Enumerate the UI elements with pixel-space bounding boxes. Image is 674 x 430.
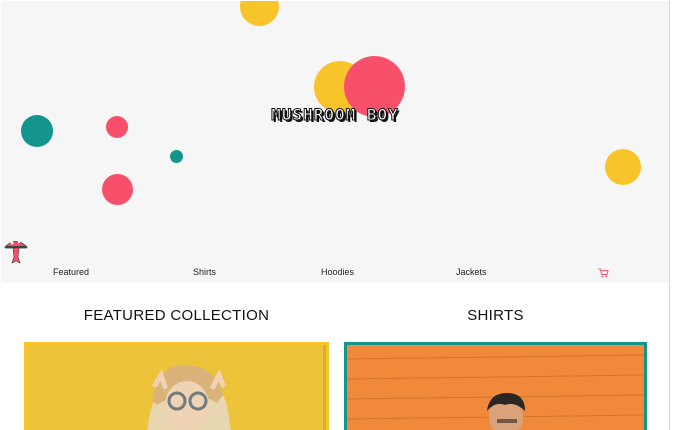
featured-collection-card[interactable]: [24, 342, 329, 430]
page: MUSHROOM BOY Featured Shirts Hoodies Jac…: [0, 0, 670, 430]
mushroom-icon[interactable]: [4, 237, 28, 265]
nav-hoodies[interactable]: Hoodies: [321, 267, 354, 277]
decorative-dot: [605, 149, 641, 185]
nav-shirts[interactable]: Shirts: [193, 267, 216, 277]
decorative-dot: [240, 1, 279, 26]
model-photo: [27, 345, 326, 430]
nav-featured[interactable]: Featured: [53, 267, 89, 277]
section-title-featured: FEATURED COLLECTION: [83, 307, 270, 324]
shirts-card[interactable]: [344, 342, 647, 430]
nav-jackets[interactable]: Jackets: [456, 267, 487, 277]
brand-logo[interactable]: MUSHROOM BOY: [1, 105, 669, 125]
decorative-dot: [170, 150, 183, 163]
section-title-shirts: SHIRTS: [467, 307, 524, 324]
hero-banner: MUSHROOM BOY Featured Shirts Hoodies Jac…: [1, 1, 669, 283]
decorative-dot: [102, 174, 133, 205]
model-photo: [347, 345, 644, 430]
cart-icon[interactable]: [598, 268, 609, 278]
